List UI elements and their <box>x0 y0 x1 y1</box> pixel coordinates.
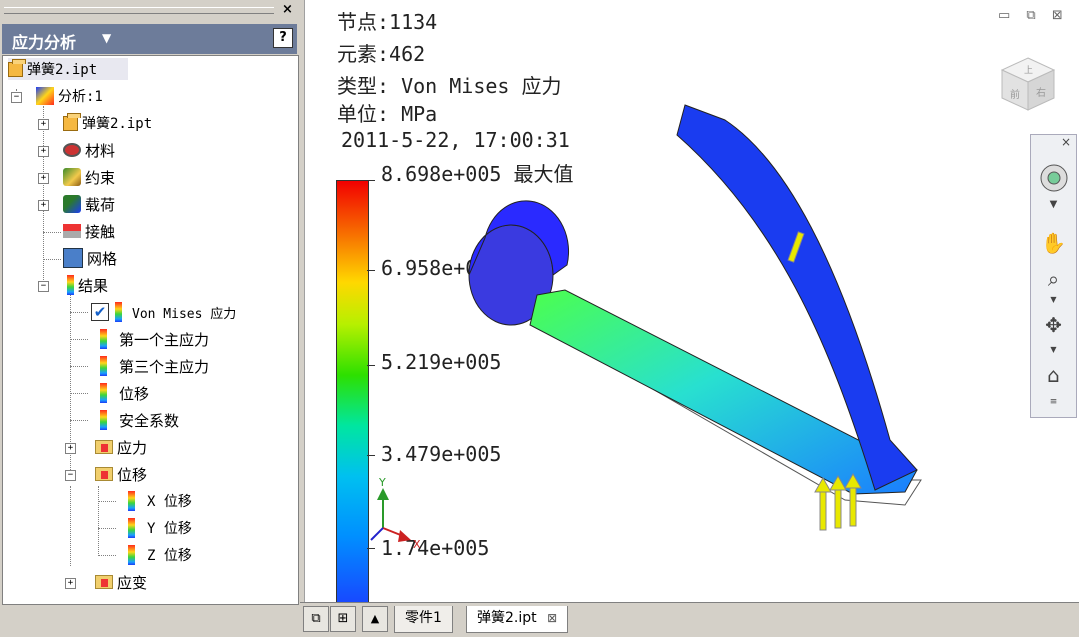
model-browser-panel: × 应力分析 ▼ ? − + + + + − + − + 弹簧2.ipt 分析:… <box>0 0 300 636</box>
tree-item-von-mises[interactable]: ✔ Von Mises 应力 <box>91 301 236 323</box>
analysis-icon <box>36 87 54 105</box>
look-at-icon[interactable]: ⌂ <box>1031 363 1076 387</box>
expand-material-icon[interactable]: + <box>38 146 49 157</box>
expand-load-icon[interactable]: + <box>38 200 49 211</box>
steering-wheel-icon[interactable] <box>1031 163 1076 197</box>
contact-icon <box>63 224 81 238</box>
checkbox-checked-icon[interactable]: ✔ <box>91 303 109 321</box>
folder-icon <box>95 467 113 481</box>
zoom-icon[interactable]: ⌕ <box>1031 267 1076 291</box>
part-icon <box>63 112 81 131</box>
tile-windows-icon[interactable]: ⊞ <box>330 606 356 632</box>
expand-constraint-icon[interactable]: + <box>38 173 49 184</box>
tab-part1[interactable]: 零件1 <box>394 606 453 633</box>
tab-spring2[interactable]: 弹簧2.ipt ⊠ <box>466 606 569 633</box>
tree-item-y-displacement[interactable]: Y 位移 <box>128 517 192 539</box>
result-bar-icon <box>128 518 135 538</box>
coordinate-triad-icon: Y X <box>370 476 421 551</box>
tree-item-mesh[interactable]: 网格 <box>63 247 117 269</box>
result-bar-icon <box>100 329 107 349</box>
tree-item-load[interactable]: 载荷 <box>63 193 115 215</box>
tab-list-up-icon[interactable]: ▲ <box>362 606 388 632</box>
tree-item-stress-folder[interactable]: 应力 <box>95 436 147 458</box>
chevron-down-icon[interactable]: ▼ <box>1031 295 1076 304</box>
viewcube-right-label: 右 <box>1036 86 1046 99</box>
mesh-icon <box>63 248 83 268</box>
chevron-down-icon[interactable]: ▼ <box>1031 199 1076 210</box>
tree-item-material[interactable]: 材料 <box>63 139 115 161</box>
tree-item-displacement[interactable]: 位移 <box>100 382 149 404</box>
cascade-windows-icon[interactable]: ⧉ <box>303 606 329 632</box>
result-bar-icon <box>100 356 107 376</box>
result-bar-icon <box>115 302 122 322</box>
result-bar-icon <box>100 410 107 430</box>
load-icon <box>63 195 81 213</box>
browser-title-bar[interactable]: 应力分析 ▼ ? <box>2 24 297 54</box>
tree-item-x-displacement[interactable]: X 位移 <box>128 490 192 512</box>
constraint-icon <box>63 168 81 186</box>
triad-y-label: Y <box>378 476 386 489</box>
tree-item-analysis[interactable]: 分析:1 <box>36 85 103 107</box>
tree-item-z-displacement[interactable]: Z 位移 <box>128 544 192 566</box>
folder-icon <box>95 440 113 454</box>
navbar-options-icon[interactable]: ≡ <box>1031 397 1076 407</box>
help-button[interactable]: ? <box>273 28 293 48</box>
window-controls[interactable]: ▭ ⧉ ⊠ <box>998 8 1069 23</box>
panel-grip[interactable] <box>4 7 274 14</box>
folder-icon <box>95 575 113 589</box>
tree-item-contact[interactable]: 接触 <box>63 220 115 242</box>
viewcube-front-label: 前 <box>1010 88 1020 101</box>
triad-x-label: X <box>413 538 421 551</box>
orbit-icon[interactable]: ✥ <box>1031 313 1076 337</box>
navigation-bar: × ▼ ✋ ⌕ ▼ ✥ ▼ ⌂ ≡ <box>1030 134 1077 418</box>
tree-item-first-principal[interactable]: 第一个主应力 <box>100 328 209 350</box>
material-icon <box>63 143 81 157</box>
chevron-down-icon[interactable]: ▼ <box>1031 345 1076 354</box>
navbar-close-button[interactable]: × <box>1031 135 1076 149</box>
tree-item-displacement-folder[interactable]: 位移 <box>95 463 147 485</box>
tree-item-constraint[interactable]: 约束 <box>63 166 115 188</box>
tab-close-icon[interactable]: ⊠ <box>547 611 557 625</box>
result-bar-icon <box>128 545 135 565</box>
tree-item-strain-folder[interactable]: 应变 <box>95 571 147 593</box>
browser-tree: − + + + + − + − + 弹簧2.ipt 分析:1 弹簧2.ipt 材… <box>2 55 299 605</box>
collapse-analysis-icon[interactable]: − <box>11 92 22 103</box>
tree-item-part[interactable]: 弹簧2.ipt <box>63 112 152 134</box>
panel-close-button[interactable]: × <box>282 2 293 17</box>
pan-hand-icon[interactable]: ✋ <box>1031 231 1076 255</box>
result-bar-icon <box>128 491 135 511</box>
dropdown-arrow-icon[interactable]: ▼ <box>102 31 111 45</box>
viewcube-top-label: 上 <box>1024 65 1033 76</box>
result-icon <box>67 275 74 295</box>
expand-stress-folder-icon[interactable]: + <box>65 443 76 454</box>
result-bar-icon <box>100 383 107 403</box>
browser-title[interactable]: 应力分析 <box>12 29 76 53</box>
tree-item-safety-factor[interactable]: 安全系数 <box>100 409 179 431</box>
tree-item-third-principal[interactable]: 第三个主应力 <box>100 355 209 377</box>
document-tab-bar: ⧉ ⊞ ▲ 零件1 弹簧2.ipt ⊠ <box>300 602 1079 637</box>
tree-item-root-part[interactable]: 弹簧2.ipt <box>8 58 128 80</box>
viewcube-icon[interactable]: 上 前 右 <box>998 54 1058 114</box>
collapse-result-icon[interactable]: − <box>38 281 49 292</box>
collapse-displacement-folder-icon[interactable]: − <box>65 470 76 481</box>
spring-model-render[interactable]: Y X <box>305 0 1079 602</box>
expand-part-icon[interactable]: + <box>38 119 49 130</box>
tree-item-result[interactable]: 结果 <box>67 274 108 296</box>
expand-strain-folder-icon[interactable]: + <box>65 578 76 589</box>
graphics-viewport[interactable]: 节点:1134 元素:462 类型: Von Mises 应力 单位: MPa … <box>304 0 1079 604</box>
part-icon <box>8 58 26 77</box>
